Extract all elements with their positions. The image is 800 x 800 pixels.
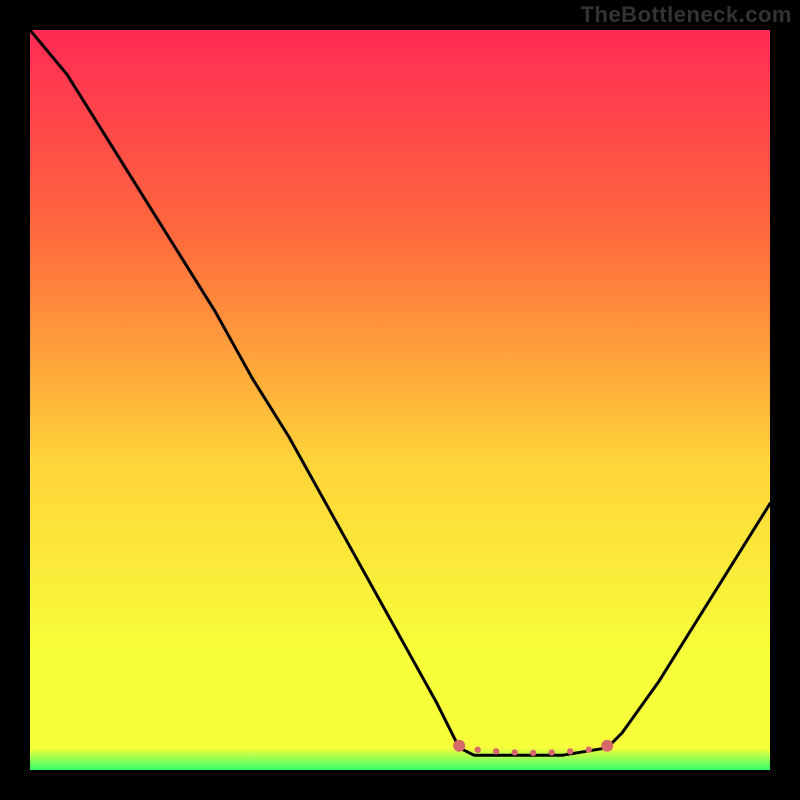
chart-container: TheBottleneck.com bbox=[0, 0, 800, 800]
chart-svg bbox=[30, 30, 770, 770]
watermark-text: TheBottleneck.com bbox=[581, 2, 792, 28]
plot-area bbox=[30, 30, 770, 770]
